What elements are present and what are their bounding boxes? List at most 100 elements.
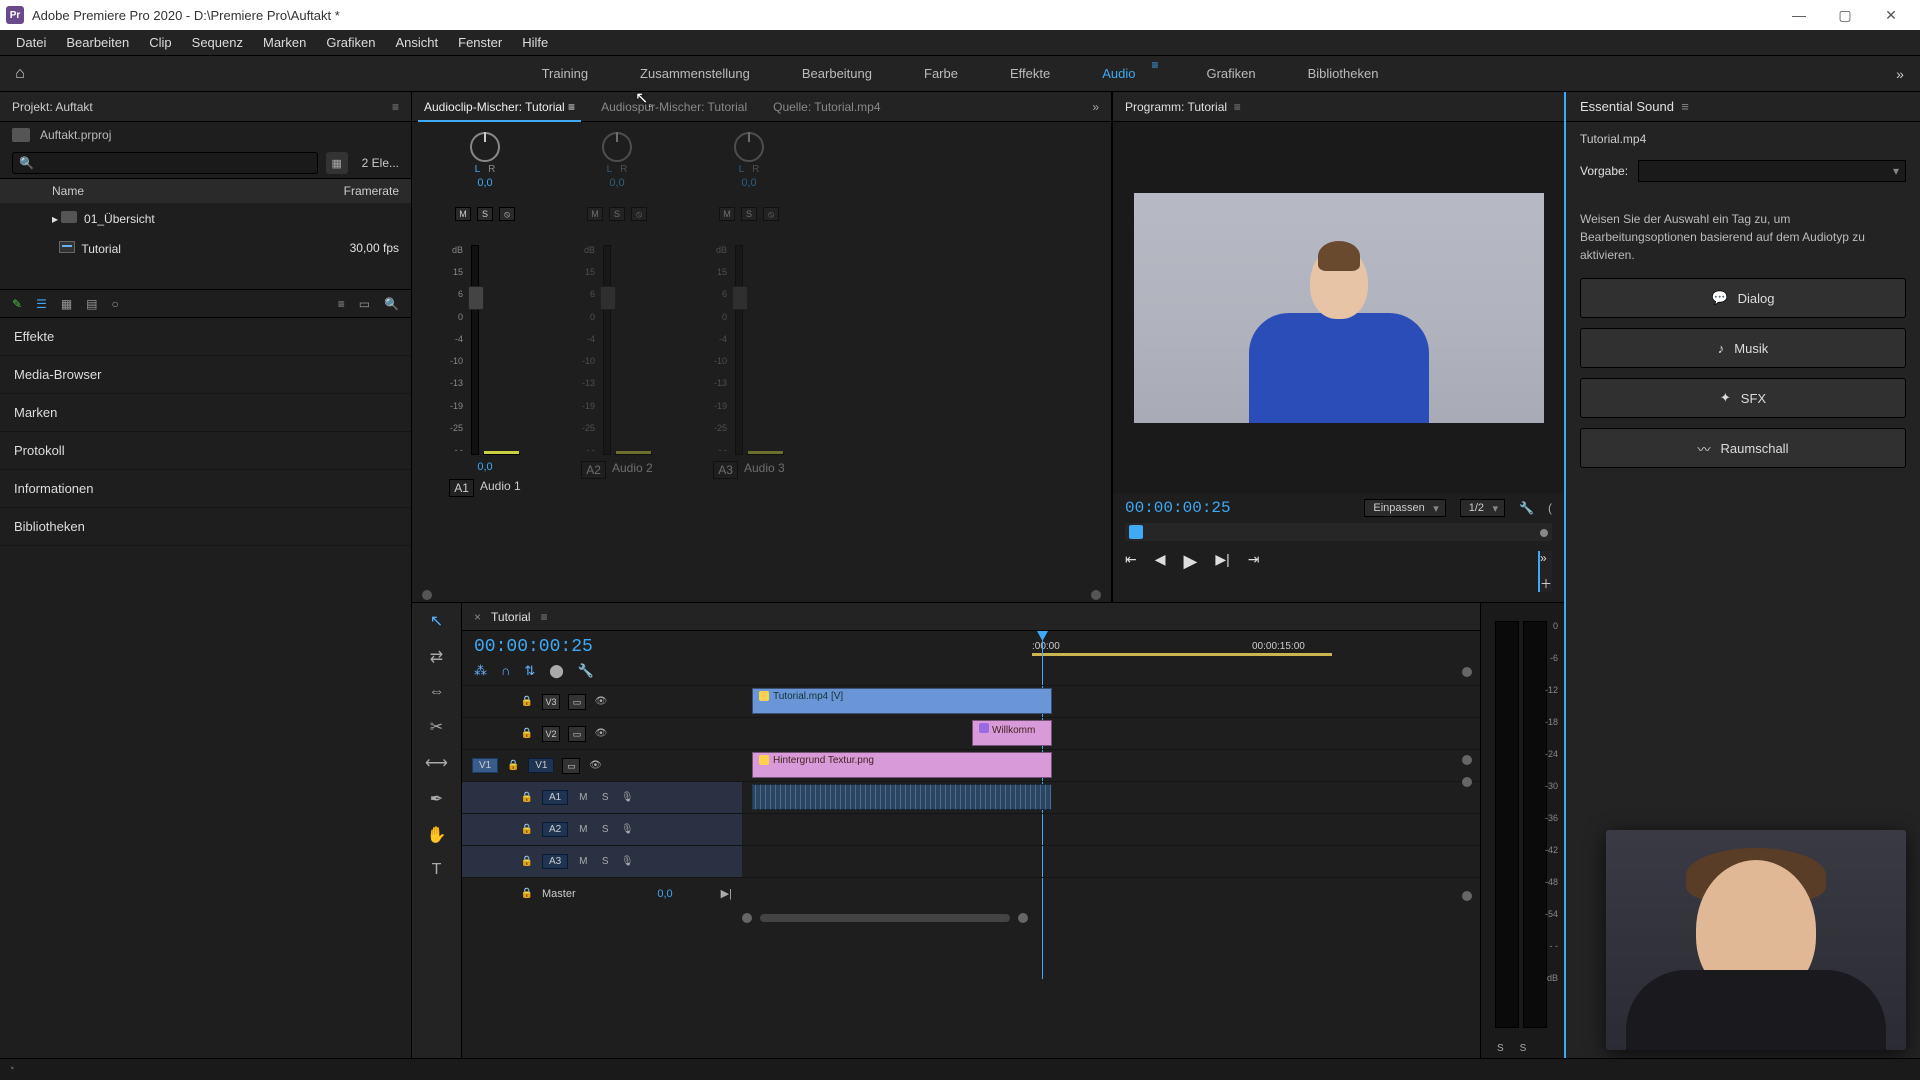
mixer-scroll-right[interactable] xyxy=(1091,590,1101,600)
pan-value[interactable]: 0,0 xyxy=(741,177,756,189)
track-header-v3[interactable]: 🔒V3 ▭👁 xyxy=(462,685,742,717)
timeline-vscroll-top[interactable] xyxy=(1462,667,1472,677)
panel-media-browser[interactable]: Media-Browser xyxy=(0,356,411,394)
hzoom-bar[interactable] xyxy=(760,914,1010,922)
mute-button[interactable]: M xyxy=(455,207,471,221)
magnet-icon[interactable]: ∩ xyxy=(501,663,510,679)
panel-bibliotheken[interactable]: Bibliotheken xyxy=(0,508,411,546)
type-tool[interactable]: T xyxy=(432,861,442,879)
fader[interactable] xyxy=(735,245,743,455)
window-close-button[interactable]: ✕ xyxy=(1868,0,1914,30)
bracket-icon[interactable]: ( xyxy=(1548,501,1552,515)
go-to-next-icon[interactable]: ▶| xyxy=(721,887,732,900)
menu-datei[interactable]: Datei xyxy=(6,30,56,56)
fx-bypass-button[interactable]: ⦸ xyxy=(631,207,647,221)
tag-raumschall-button[interactable]: 〰Raumschall xyxy=(1580,428,1906,468)
project-view-grid-icon[interactable]: ▦ xyxy=(326,152,348,174)
solo-button[interactable]: S xyxy=(741,207,757,221)
clip-v1[interactable]: Hintergrund Textur.png xyxy=(752,752,1052,778)
pan-knob[interactable] xyxy=(602,132,632,162)
tab-quelle[interactable]: Quelle: Tutorial.mp4 xyxy=(773,100,880,114)
pencil-icon[interactable]: ✎ xyxy=(12,297,22,311)
track-header-a3[interactable]: 🔒A3 MS🎙 xyxy=(462,845,742,877)
marker-icon[interactable]: ⬤ xyxy=(549,663,564,679)
timeline-track-area[interactable]: Tutorial.mp4 [V] Willkomm Hintergrund Te… xyxy=(742,685,1480,909)
add-button[interactable]: ＋ xyxy=(1540,575,1552,592)
list-view-icon[interactable]: ☰ xyxy=(36,297,47,311)
menu-fenster[interactable]: Fenster xyxy=(448,30,512,56)
mixer-scroll-left[interactable] xyxy=(422,590,432,600)
program-timecode[interactable]: 00:00:00:25 xyxy=(1125,499,1231,517)
freeform-view-icon[interactable]: ▤ xyxy=(86,297,97,311)
go-to-out-button[interactable]: ⇥ xyxy=(1248,551,1260,592)
solo-button[interactable]: S xyxy=(609,207,625,221)
menu-bearbeiten[interactable]: Bearbeiten xyxy=(56,30,139,56)
sort-icon[interactable]: ≡ xyxy=(338,297,345,311)
program-fit-dropdown[interactable]: Einpassen xyxy=(1364,499,1445,517)
tab-audiospur-mixer[interactable]: Audiospur-Mischer: Tutorial xyxy=(601,100,747,114)
step-back-button[interactable]: ◀ xyxy=(1155,551,1166,592)
timeline-panel-menu[interactable]: ≡ xyxy=(541,610,548,624)
track-header-master[interactable]: 🔒 Master 0,0 ▶| xyxy=(462,877,742,909)
find-icon[interactable]: 🔍 xyxy=(384,297,399,311)
program-resolution-dropdown[interactable]: 1/2 xyxy=(1460,499,1505,517)
mute-button[interactable]: M xyxy=(719,207,735,221)
eye-icon[interactable]: 👁 xyxy=(594,696,608,707)
track-select-tool[interactable]: ⇄ xyxy=(430,647,443,667)
toggle-sync-lock[interactable]: ▭ xyxy=(568,694,586,710)
clip-v2[interactable]: Willkomm xyxy=(972,720,1052,746)
project-panel-menu[interactable]: ≡ xyxy=(392,100,399,114)
workspace-audio-menu[interactable]: ≡ xyxy=(1151,58,1158,89)
clip-a1[interactable] xyxy=(752,784,1052,810)
hand-tool[interactable]: ✋ xyxy=(427,825,447,845)
mixer-overflow[interactable]: » xyxy=(1092,100,1099,114)
timeline-tab-close[interactable]: × xyxy=(474,610,481,624)
solo-button[interactable]: S xyxy=(598,792,612,803)
workspace-farbe[interactable]: Farbe xyxy=(920,58,962,89)
mute-button[interactable]: M xyxy=(576,792,590,803)
pen-tool[interactable]: ✒ xyxy=(430,789,443,809)
scroll-handle[interactable] xyxy=(1462,755,1472,765)
fader[interactable] xyxy=(471,245,479,455)
tag-dialog-button[interactable]: 💬Dialog xyxy=(1580,278,1906,318)
bin-row[interactable]: ▸ 01_Übersicht xyxy=(0,203,411,233)
selection-tool[interactable]: ↖ xyxy=(430,611,443,631)
essential-sound-menu[interactable]: ≡ xyxy=(1681,99,1689,114)
source-patch-v1[interactable]: V1 xyxy=(472,758,498,773)
project-search-input[interactable]: 🔍 xyxy=(12,152,318,174)
menu-clip[interactable]: Clip xyxy=(139,30,181,56)
bin-row[interactable]: Tutorial 30,00 fps xyxy=(0,233,411,263)
tab-audioclip-mixer[interactable]: Audioclip-Mischer: Tutorial ≡ xyxy=(424,100,575,114)
zoom-slider-icon[interactable]: ○ xyxy=(112,297,119,311)
ripple-edit-tool[interactable]: ⇔ xyxy=(429,683,445,701)
master-value[interactable]: 0,0 xyxy=(657,888,672,900)
automate-icon[interactable]: ▭ xyxy=(359,297,370,311)
linked-selection-icon[interactable]: ⇅ xyxy=(524,663,535,679)
settings-icon[interactable]: 🔧 xyxy=(578,663,594,679)
panel-informationen[interactable]: Informationen xyxy=(0,470,411,508)
step-forward-button[interactable]: ▶| xyxy=(1215,551,1229,592)
program-viewport[interactable] xyxy=(1113,122,1564,493)
workspace-effekte[interactable]: Effekte xyxy=(1006,58,1054,89)
menu-hilfe[interactable]: Hilfe xyxy=(512,30,558,56)
window-maximize-button[interactable]: ▢ xyxy=(1822,0,1868,30)
timeline-timecode[interactable]: 00:00:00:25 xyxy=(474,637,730,657)
workspace-overflow[interactable]: » xyxy=(1880,66,1920,82)
mute-button[interactable]: M xyxy=(587,207,603,221)
workspace-audio[interactable]: Audio xyxy=(1098,58,1139,89)
snap-icon[interactable]: ⁂ xyxy=(474,663,487,679)
clip-v3[interactable]: Tutorial.mp4 [V] xyxy=(752,688,1052,714)
fader-value[interactable]: 0,0 xyxy=(477,461,492,473)
track-header-v2[interactable]: 🔒V2 ▭👁 xyxy=(462,717,742,749)
timeline-tab-name[interactable]: Tutorial xyxy=(491,610,531,624)
fader[interactable] xyxy=(603,245,611,455)
voiceover-button[interactable]: 🎙 xyxy=(620,792,634,803)
scroll-handle[interactable] xyxy=(1462,891,1472,901)
timeline-ruler[interactable]: :00:00 00:00:15:00 00:00:30:00 xyxy=(1022,631,1480,659)
solo-button[interactable]: S xyxy=(477,207,493,221)
menu-marken[interactable]: Marken xyxy=(253,30,316,56)
track-header-a2[interactable]: 🔒A2 MS🎙 xyxy=(462,813,742,845)
icon-view-icon[interactable]: ▦ xyxy=(61,297,72,311)
solo-left[interactable]: S xyxy=(1497,1043,1504,1054)
razor-tool[interactable]: ✂ xyxy=(430,717,443,737)
